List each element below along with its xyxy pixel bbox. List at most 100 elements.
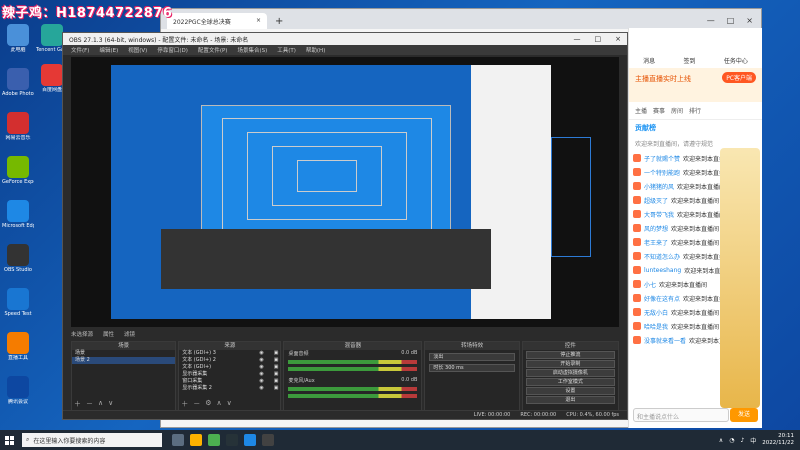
add-icon[interactable]: ＋: [74, 399, 81, 409]
close-icon[interactable]: ×: [615, 35, 621, 43]
pc-client-banner[interactable]: 主播直播实时上线 PC客户端: [629, 68, 762, 102]
transition-select[interactable]: 淡出: [429, 353, 515, 361]
source-item[interactable]: 显示器采集 ▣ ◉: [179, 371, 280, 378]
volume-slider[interactable]: [288, 394, 418, 398]
taskbar-search[interactable]: ⌕ 在这里输入你要搜索的内容: [22, 433, 162, 447]
start-button[interactable]: [0, 430, 18, 450]
promo-banner[interactable]: [720, 148, 760, 408]
control-button[interactable]: 工作室模式: [525, 378, 615, 386]
up-icon[interactable]: ∧: [98, 399, 103, 409]
chat-username[interactable]: 老王来了: [644, 238, 668, 247]
maximize-icon[interactable]: □: [727, 16, 735, 25]
lock-icon[interactable]: ▣: [274, 357, 279, 364]
control-button[interactable]: 退出: [525, 396, 615, 404]
lock-icon[interactable]: ▣: [274, 378, 279, 385]
tab-event[interactable]: 赛事: [653, 106, 665, 115]
down-icon[interactable]: ∨: [108, 399, 113, 409]
properties-button[interactable]: 属性: [103, 330, 114, 338]
scene-item-selected[interactable]: 场景 2: [72, 357, 176, 364]
chat-username[interactable]: 无敌小白: [644, 308, 668, 317]
source-selection-box[interactable]: [551, 137, 591, 257]
chat-input[interactable]: 和主播说点什么: [633, 408, 729, 422]
minimize-icon[interactable]: —: [574, 35, 581, 43]
eye-icon[interactable]: ◉: [259, 357, 263, 364]
taskbar-clock[interactable]: 20:11 2022/11/22: [762, 433, 794, 447]
maximize-icon[interactable]: □: [595, 35, 602, 43]
chat-username[interactable]: 小猪猪的风: [644, 182, 674, 191]
file-explorer-icon[interactable]: [190, 434, 202, 446]
desktop-icon[interactable]: 此电脑: [2, 24, 34, 53]
obs-menu-item[interactable]: 文件(F): [71, 46, 89, 54]
chat-username[interactable]: 没事就来看一看: [644, 336, 686, 345]
filters-button[interactable]: 滤镜: [124, 330, 135, 338]
chat-username[interactable]: 子了就赐个赞: [644, 154, 680, 163]
control-button[interactable]: 开始录制: [525, 360, 615, 368]
nav-checkin[interactable]: 签到: [683, 56, 695, 65]
obs-menu-item[interactable]: 编辑(E): [99, 46, 118, 54]
chat-username[interactable]: 一个特别能跑: [644, 168, 680, 177]
chat-username[interactable]: 风的梦想: [644, 224, 668, 233]
gear-icon[interactable]: ⚙: [205, 399, 211, 409]
up-icon[interactable]: ∧: [217, 399, 222, 409]
source-item[interactable]: 文本 (GDI+) 2 ▣ ◉: [179, 357, 280, 364]
eye-icon[interactable]: ◉: [259, 385, 263, 392]
obs-menu-item[interactable]: 配置文件(P): [198, 46, 228, 54]
source-item[interactable]: 文本 (GDI+) 3 ▣ ◉: [179, 350, 280, 357]
nav-tasks[interactable]: 任务中心: [724, 56, 748, 65]
steam-icon[interactable]: [226, 434, 238, 446]
obs-menu-item[interactable]: 场景集合(S): [237, 46, 267, 54]
tray-chevron-icon[interactable]: ∧: [719, 437, 723, 444]
chat-username[interactable]: 小七: [644, 280, 656, 289]
pc-client-button[interactable]: PC客户端: [722, 72, 756, 83]
transition-duration[interactable]: 时长 300 ms: [429, 364, 515, 372]
eye-icon[interactable]: ◉: [259, 350, 263, 357]
source-item[interactable]: 窗口采集 ▣ ◉: [179, 378, 280, 385]
down-icon[interactable]: ∨: [227, 399, 232, 409]
chat-username[interactable]: 哈哈是我: [644, 322, 668, 331]
desktop-icon[interactable]: 直播工具: [2, 332, 34, 361]
nav-messages[interactable]: 消息: [643, 56, 655, 65]
volume-meter[interactable]: [288, 360, 418, 364]
input-language[interactable]: 中: [750, 436, 756, 445]
task-view-icon[interactable]: [172, 434, 184, 446]
obs-preview[interactable]: [71, 57, 619, 327]
lock-icon[interactable]: ▣: [274, 371, 279, 378]
desktop-icon[interactable]: GeForce Experience: [2, 156, 34, 185]
source-item[interactable]: 文本 (GDI+) ▣ ◉: [179, 364, 280, 371]
lock-icon[interactable]: ▣: [274, 364, 279, 371]
chat-username[interactable]: 大哥带飞我: [644, 210, 674, 219]
send-button[interactable]: 发送: [730, 408, 758, 422]
chat-username[interactable]: 好像在这有点: [644, 294, 680, 303]
remove-icon[interactable]: －: [86, 399, 93, 409]
network-icon[interactable]: ◔: [729, 437, 734, 444]
eye-icon[interactable]: ◉: [259, 371, 263, 378]
chrome-icon[interactable]: [208, 434, 220, 446]
obs-menu-item[interactable]: 停靠窗口(D): [157, 46, 188, 54]
control-button[interactable]: 停止推流: [525, 351, 615, 359]
desktop-icon[interactable]: Speed Test: [2, 288, 34, 317]
chat-username[interactable]: lunteeshang: [644, 267, 681, 274]
chat-username[interactable]: 不知道怎么办: [644, 252, 680, 261]
lock-icon[interactable]: ▣: [274, 385, 279, 392]
eye-icon[interactable]: ◉: [259, 378, 263, 385]
edge-icon[interactable]: [244, 434, 256, 446]
browser-tab-active[interactable]: 2022PGC全球总决赛 ×: [167, 13, 267, 29]
tab-anchor[interactable]: 主播: [635, 106, 647, 115]
desktop-icon[interactable]: Microsoft Edge: [2, 200, 34, 229]
close-icon[interactable]: ×: [256, 17, 261, 25]
scene-item[interactable]: 场景: [72, 350, 175, 357]
tab-room[interactable]: 房间: [671, 106, 683, 115]
new-tab-button[interactable]: +: [267, 16, 291, 29]
desktop-icon[interactable]: 网易云音乐: [2, 112, 34, 141]
tab-rank[interactable]: 排行: [689, 106, 701, 115]
volume-icon[interactable]: ♪: [740, 437, 744, 444]
add-icon[interactable]: ＋: [181, 399, 188, 409]
volume-slider[interactable]: [288, 367, 418, 371]
desktop-icon[interactable]: Adobe Photoshop: [2, 68, 34, 97]
minimize-icon[interactable]: —: [707, 16, 715, 25]
source-item[interactable]: 显示器采集 2 ▣ ◉: [179, 385, 280, 392]
obs-menu-item[interactable]: 工具(T): [277, 46, 296, 54]
obs-icon[interactable]: [262, 434, 274, 446]
lock-icon[interactable]: ▣: [274, 350, 279, 357]
control-button[interactable]: 设置: [525, 387, 615, 395]
